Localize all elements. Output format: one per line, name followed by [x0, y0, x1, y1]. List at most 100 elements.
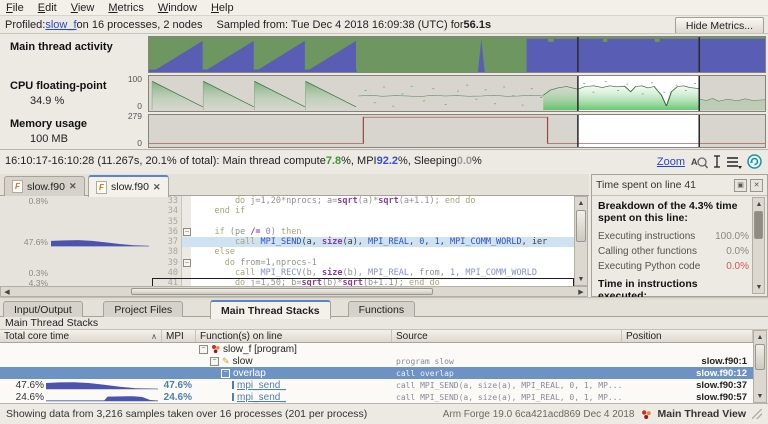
- zoom-link[interactable]: Zoom: [657, 156, 685, 168]
- stack-row-slow_f-program-[interactable]: – slow_f [program]: [0, 343, 753, 355]
- code-fold-icon[interactable]: –: [183, 259, 191, 267]
- line-activity-sparkline: [51, 269, 149, 278]
- stack-row-mpi_send_[interactable]: 47.6%47.6%mpi_send_call MPI_SEND(a, size…: [0, 379, 753, 391]
- mpi-percent: [162, 343, 196, 355]
- compute-percent: 7.8: [326, 155, 341, 167]
- column-header-function-s-on-line[interactable]: Function(s) on line: [196, 330, 392, 342]
- close-tab-icon[interactable]: ✕: [69, 181, 77, 192]
- scroll-down-icon[interactable]: ▼: [754, 390, 766, 402]
- resize-grip[interactable]: [752, 409, 762, 419]
- tree-expander-icon[interactable]: –: [210, 357, 219, 366]
- tree-expander-icon[interactable]: –: [221, 369, 230, 378]
- duration-value: 56.1s: [464, 19, 492, 31]
- profiled-middle: on 16 processes, 2 nodes: [77, 19, 203, 31]
- metrics-panel: Main thread activity CPU floating-point …: [0, 33, 768, 150]
- core-time-sparkline: [46, 344, 158, 354]
- scroll-up-icon[interactable]: ▲: [754, 331, 766, 343]
- line-number: 39: [152, 258, 182, 268]
- float-panel-icon[interactable]: ▣: [734, 179, 747, 192]
- line-number: 34: [152, 206, 182, 216]
- menu-edit[interactable]: Edit: [38, 2, 57, 14]
- breakdown-row: Executing instructions100.0%: [598, 229, 749, 244]
- function-name: slow_f [program]: [223, 344, 297, 355]
- code-view[interactable]: 0.8%33 do j=1,20*nprocs; a=sqrt(a)*sqrt(…: [0, 196, 574, 287]
- arm-map-window: FileEditViewMetricsWindowHelp Profiled: …: [0, 0, 768, 424]
- function-name: overlap: [233, 368, 266, 379]
- cpu-chart[interactable]: [148, 75, 766, 112]
- code-fold-icon[interactable]: –: [183, 228, 191, 236]
- scroll-up-icon[interactable]: ▲: [753, 198, 765, 210]
- code-line-34[interactable]: 34 end if: [0, 206, 574, 216]
- menu-file[interactable]: File: [6, 2, 24, 14]
- code-line-40[interactable]: 0.3%40 call MPI_RECV(b, size(b), MPI_REA…: [0, 268, 574, 278]
- program-link[interactable]: slow_f: [45, 19, 76, 31]
- menu-help[interactable]: Help: [211, 2, 234, 14]
- status-bar: Showing data from 3,216 samples taken ov…: [0, 403, 768, 424]
- stack-row-mpi_send_[interactable]: 24.6%24.6%mpi_send_call MPI_SEND(a, size…: [0, 391, 753, 403]
- metrics-list-icon[interactable]: [726, 154, 742, 169]
- stacks-table-body: –slow_f [program]–✎slowprogram slowslow.…: [0, 343, 753, 403]
- editor-tab-slow.f90[interactable]: Fslow.f90✕: [88, 175, 169, 197]
- mpi-percent: 47.6%: [162, 379, 196, 391]
- column-header-source[interactable]: Source: [392, 330, 622, 342]
- scroll-down-icon[interactable]: ▼: [575, 273, 587, 285]
- code-line-33[interactable]: 0.8%33 do j=1,20*nprocs; a=sqrt(a)*sqrt(…: [0, 196, 574, 206]
- bottom-tab-functions[interactable]: Functions: [348, 301, 416, 317]
- close-tab-icon[interactable]: ✕: [153, 182, 161, 193]
- ibeam-cursor-icon[interactable]: [713, 154, 721, 169]
- close-panel-icon[interactable]: ✕: [750, 179, 763, 192]
- scroll-up-icon[interactable]: ▲: [575, 197, 587, 209]
- line-activity-sparkline: [51, 258, 149, 267]
- line-time-percent: 47.6%: [0, 237, 48, 247]
- editor-tab-slow.f90[interactable]: Fslow.f90✕: [4, 176, 85, 196]
- bottom-tab-main-thread-stacks[interactable]: Main Thread Stacks: [210, 300, 331, 319]
- mpi-percent: [162, 355, 196, 367]
- column-header-mpi[interactable]: MPI: [162, 330, 196, 342]
- line-activity-sparkline: [51, 197, 149, 206]
- activity-chart[interactable]: [148, 36, 766, 73]
- line-activity-sparkline: [51, 217, 149, 226]
- panel-scrollbar[interactable]: ▲ ▼: [752, 197, 765, 294]
- code-line-35[interactable]: 35: [0, 217, 574, 227]
- line-number: 36: [152, 227, 182, 237]
- selection-summary-bar: 16:10:17-16:10:28 (11.267s, 20.1% of tot…: [0, 149, 768, 172]
- view-mode-label[interactable]: Main Thread View: [658, 408, 747, 420]
- menu-metrics[interactable]: Metrics: [108, 2, 143, 14]
- code-line-37[interactable]: 47.6%37 call MPI_SEND(a, size(a), MPI_RE…: [0, 237, 574, 247]
- hide-metrics-button[interactable]: Hide Metrics...: [675, 17, 764, 34]
- code-line-38[interactable]: 38 else: [0, 247, 574, 257]
- stacks-table-header[interactable]: Total core time∧MPIFunction(s) on lineSo…: [0, 330, 753, 343]
- code-line-39[interactable]: 39– do from=1,nprocs-1: [0, 258, 574, 268]
- stacks-section-title: Main Thread Stacks: [0, 317, 768, 330]
- line-activity-sparkline: [51, 238, 149, 247]
- bottom-tab-input-output[interactable]: Input/Output: [3, 301, 83, 317]
- memory-axis-min: 0: [0, 138, 142, 148]
- memory-chart[interactable]: [148, 114, 766, 148]
- cpu-axis-min: 0: [0, 101, 142, 111]
- sleeping-percent: 0.0: [457, 155, 472, 167]
- reset-zoom-icon[interactable]: [747, 154, 762, 169]
- tree-expander-icon[interactable]: –: [199, 345, 208, 354]
- column-header-position[interactable]: Position: [622, 330, 753, 342]
- table-scrollbar[interactable]: ▲ ▼: [753, 330, 767, 403]
- code-horizontal-scrollbar[interactable]: ◀ ▶: [0, 286, 588, 297]
- mpi-function-icon: [232, 393, 234, 401]
- source-snippet: call MPI_SEND(a, size(a), MPI_REAL, 0, 1…: [392, 379, 622, 391]
- column-header-total-core-time[interactable]: Total core time∧: [0, 330, 162, 342]
- line-number: 35: [152, 217, 182, 227]
- bottom-tab-project-files[interactable]: Project Files: [103, 301, 183, 317]
- font-zoom-icon[interactable]: A: [690, 154, 708, 169]
- scroll-down-icon[interactable]: ▼: [753, 281, 765, 293]
- activity-label: Main thread activity: [10, 41, 113, 53]
- source-position: slow.f90:12: [622, 367, 753, 379]
- code-line-36[interactable]: 36– if (pe /= 0) then: [0, 227, 574, 237]
- code-vertical-scrollbar[interactable]: ▲ ▼: [574, 196, 588, 286]
- core-time-sparkline: [46, 380, 158, 390]
- menu-view[interactable]: View: [71, 2, 95, 14]
- menu-window[interactable]: Window: [158, 2, 197, 14]
- stack-row-slow[interactable]: –✎slowprogram slowslow.f90:1: [0, 355, 753, 367]
- stack-row-overlap[interactable]: –overlap call overlapslow.f90:12: [0, 367, 753, 379]
- source-snippet: call overlap: [392, 367, 622, 379]
- core-time-sparkline: [46, 356, 158, 366]
- pencil-icon: ✎: [222, 356, 230, 367]
